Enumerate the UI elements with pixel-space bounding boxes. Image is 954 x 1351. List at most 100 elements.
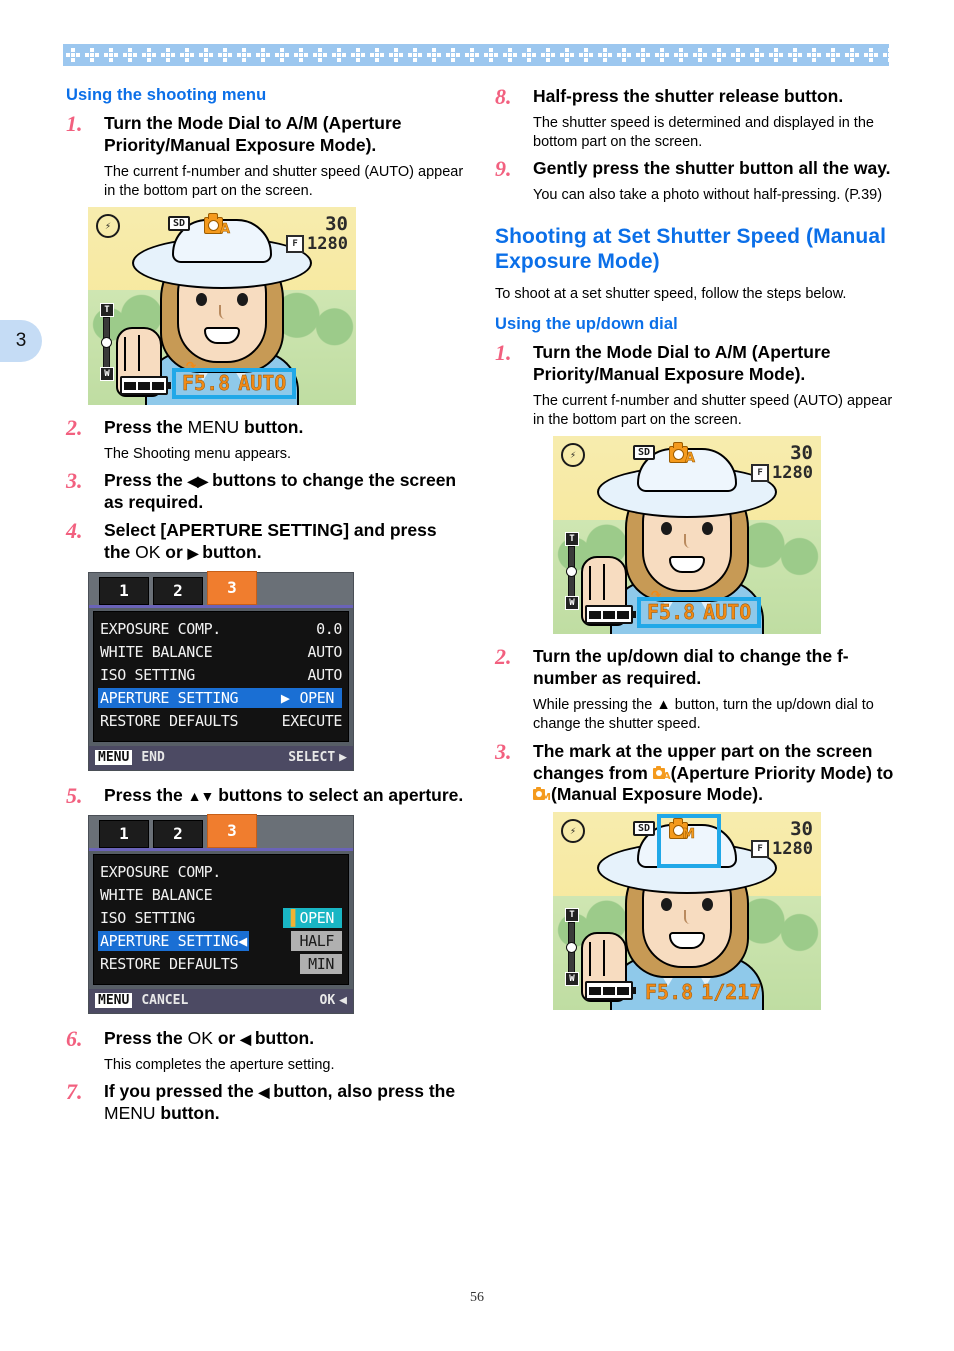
band-motif: [253, 44, 272, 66]
band-motif: [709, 44, 728, 66]
band-motif: [481, 44, 500, 66]
step-r9-number: 9.: [495, 156, 512, 182]
ok-button-label: OK: [187, 1027, 213, 1048]
step-l2: 2. Press the MENU button. The Shooting m…: [66, 415, 466, 464]
zoom-wide-label: W: [565, 596, 579, 611]
up-down-arrows-icon: ▲▼: [187, 787, 215, 804]
menu-row-iso-setting[interactable]: ISO SETTING ▌OPEN: [94, 907, 348, 930]
step-r8: 8. Half-press the shutter release button…: [495, 84, 895, 152]
band-motif: [158, 44, 177, 66]
menu-row-label: RESTORE DEFAULTS: [100, 955, 239, 974]
band-motif: [215, 44, 234, 66]
menu-tab-1[interactable]: 1: [99, 576, 149, 605]
menu-bottom-left: MENU CANCEL: [95, 993, 188, 1009]
step-l4-number: 4.: [66, 518, 83, 544]
f-number: F5.8: [645, 980, 694, 1005]
menu-tab-3[interactable]: 3: [207, 813, 257, 848]
band-motif: [234, 44, 253, 66]
sd-card-badge: SD: [633, 445, 656, 461]
menu-row-exposure-comp[interactable]: EXPOSURE COMP.: [94, 861, 348, 884]
menu-bottom-right: SELECT ▶: [288, 750, 347, 765]
band-motif: [462, 44, 481, 66]
mode-icon-letter: A: [684, 451, 696, 467]
step-r9-title: Gently press the shutter button all the …: [533, 158, 891, 179]
decorative-top-band: [63, 44, 889, 66]
lcd-nose: [684, 534, 694, 549]
band-motif: [595, 44, 614, 66]
band-motif: [633, 44, 652, 66]
step-l7-number: 7.: [66, 1079, 83, 1104]
menu-row-restore-defaults[interactable]: RESTORE DEFAULTS EXECUTE: [94, 710, 348, 733]
step-l1-title: Turn the Mode Dial to A/M (Aperture Prio…: [104, 113, 402, 155]
menu-tab-2[interactable]: 2: [153, 576, 203, 605]
menu-tab-1[interactable]: 1: [99, 819, 149, 848]
mode-icon-letter: M: [682, 827, 695, 843]
menu-tab-2[interactable]: 2: [153, 819, 203, 848]
zoom-tele-label: T: [565, 908, 579, 923]
lcd-nose: [219, 305, 229, 320]
menu-row-value: EXECUTE: [281, 712, 343, 731]
lcd-manual-right: ⚡ SD M 30 F 1280 T W F5.8 1/217: [553, 812, 821, 1011]
exposure-readout: F5.8 1/217: [645, 980, 762, 1005]
right-column: 8. Half-press the shutter release button…: [495, 84, 895, 1022]
band-motif: [443, 44, 462, 66]
step-l6-body: This completes the aperture setting.: [104, 1056, 335, 1073]
step-l3: 3. Press the ◀▶ buttons to change the sc…: [66, 468, 466, 514]
menu-row-label: WHITE BALANCE: [100, 886, 213, 905]
step-l7-title: If you pressed the ◀ button, also press …: [104, 1081, 466, 1125]
battery-icon: [585, 605, 636, 625]
image-size: 1280: [772, 463, 813, 484]
menu-row-label-selected: APERTURE SETTING ▶: [98, 688, 292, 709]
step-r2-number: 2.: [495, 644, 512, 670]
aperture-option-label: OPEN: [299, 909, 334, 928]
menu-row-restore-defaults[interactable]: RESTORE DEFAULTS MIN: [94, 953, 348, 976]
band-motif: [671, 44, 690, 66]
step-l6-title-a: Press the: [104, 1027, 188, 1048]
image-size: 1280: [772, 839, 813, 860]
step-l6-number: 6.: [66, 1025, 83, 1051]
shots-remaining: 30: [790, 442, 813, 465]
sd-card-badge: SD: [168, 216, 191, 232]
menu-row-label: WHITE BALANCE: [100, 643, 213, 662]
aperture-option-half[interactable]: HALF: [291, 931, 342, 952]
step-r8-title: Half-press the shutter release button.: [533, 86, 844, 106]
menu-row-aperture-setting[interactable]: APERTURE SETTING ▶ OPEN: [94, 687, 348, 710]
aperture-option-min[interactable]: MIN: [300, 954, 342, 975]
menu-option-col: HALF: [249, 931, 342, 952]
zoom-knob: [566, 566, 577, 578]
aperture-option-open[interactable]: ▌OPEN: [282, 908, 342, 929]
left-arrow-icon: ◀: [339, 993, 347, 1009]
band-motif: [367, 44, 386, 66]
band-motif: [82, 44, 101, 66]
zoom-knob: [566, 942, 577, 954]
section-intro-text: To shoot at a set shutter speed, follow …: [495, 285, 847, 302]
lcd-aperture-auto-right: ⚡ SD A 30 F 1280 T W ↷ F5.8 AUTO: [553, 436, 821, 635]
step-r2-title: Turn the up/down dial to change the f-nu…: [533, 646, 849, 689]
step-l6: 6. Press the OK or ◀ button. This comple…: [66, 1025, 466, 1075]
menu-button-label: MENU: [104, 1102, 156, 1123]
step-l5-title-b: buttons to select an aperture.: [213, 784, 464, 805]
left-right-arrows-icon: ◀▶: [187, 473, 209, 490]
step-r9-body: You can also take a photo without half-p…: [533, 187, 883, 204]
sd-card-badge: SD: [633, 821, 656, 837]
menu-panel: EXPOSURE COMP. WHITE BALANCE ISO SETTING…: [93, 853, 349, 985]
shutter-speed: AUTO: [703, 600, 752, 625]
menu-row-aperture-setting[interactable]: APERTURE SETTING ◀ HALF: [94, 930, 348, 953]
menu-row-white-balance[interactable]: WHITE BALANCE AUTO: [94, 641, 348, 664]
menu-row-iso-setting[interactable]: ISO SETTING AUTO: [94, 664, 348, 687]
step-l6-title-b: button.: [249, 1027, 315, 1048]
section-heading-manual-exposure: Shooting at Set Shutter Speed (Manual Ex…: [495, 224, 887, 274]
lcd-aperture-auto-left: ⚡ SD A 30 F 1280 T W ↷ F5.8 AUTO: [88, 207, 356, 406]
menu-row-white-balance[interactable]: WHITE BALANCE: [94, 884, 348, 907]
mode-icon-letter: A: [219, 222, 231, 238]
band-motif: [63, 44, 82, 66]
menu-row-label-selected: APERTURE SETTING ◀: [98, 931, 249, 952]
menu-row-exposure-comp[interactable]: EXPOSURE COMP. 0.0: [94, 618, 348, 641]
menu-tab-bar: 1 2 3: [89, 570, 353, 605]
step-l2-body: The Shooting menu appears.: [104, 446, 292, 463]
battery-icon: [585, 981, 636, 1001]
band-motif: [196, 44, 215, 66]
band-motif: [842, 44, 861, 66]
menu-tab-3[interactable]: 3: [207, 570, 257, 605]
menu-bottom-bar: MENU END SELECT ▶: [89, 745, 353, 770]
